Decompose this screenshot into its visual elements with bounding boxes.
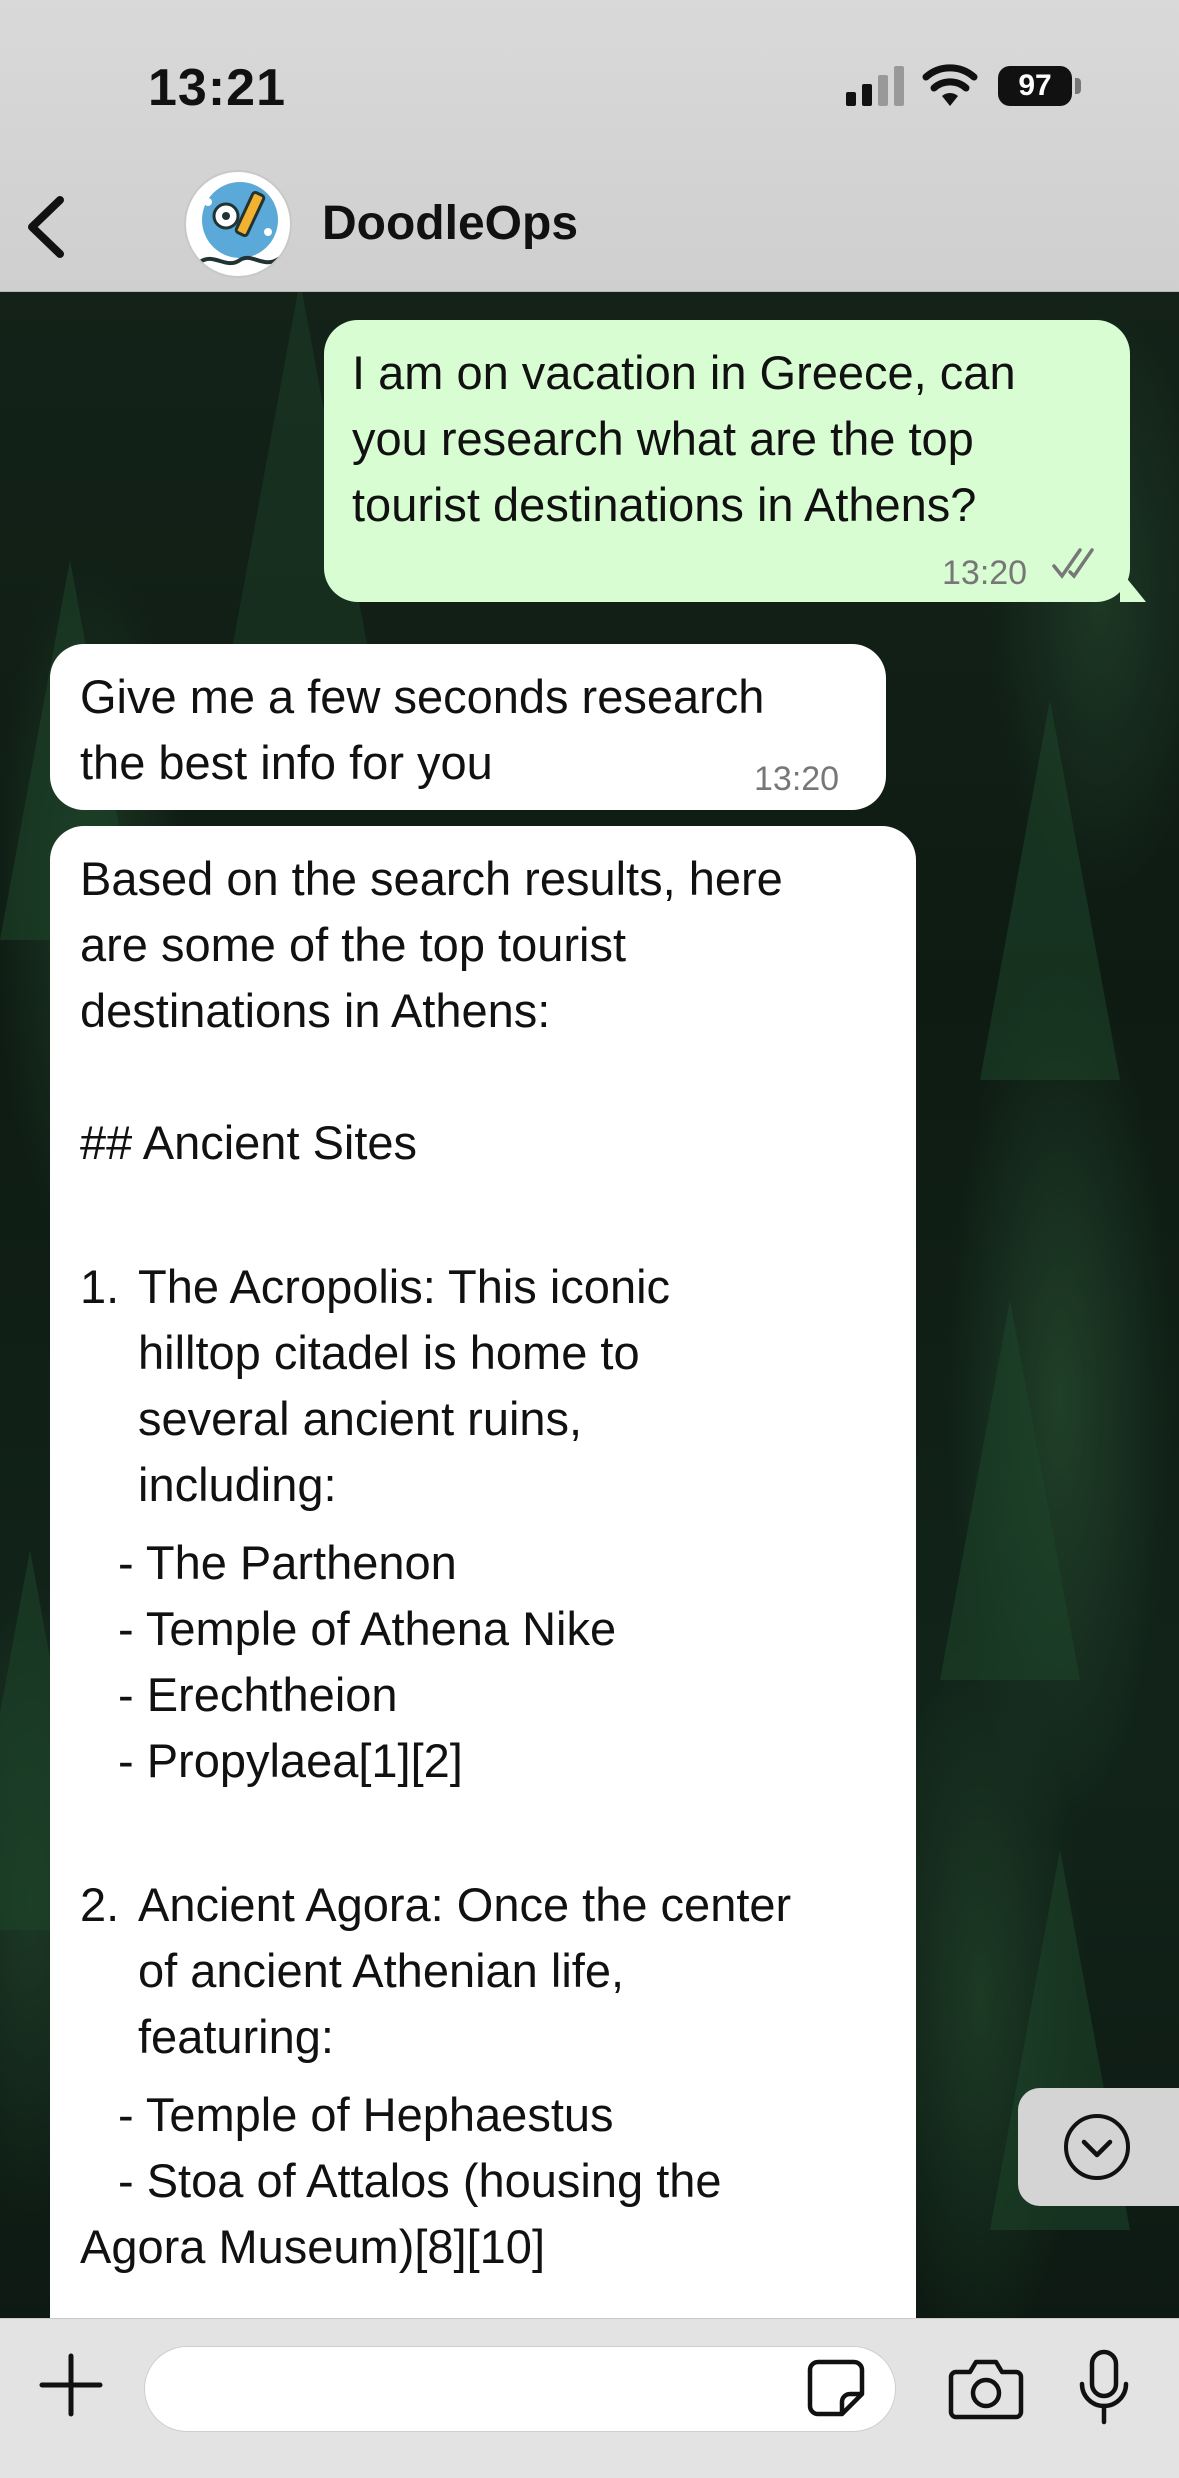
sub-item: - Temple of Hephaestus bbox=[118, 2088, 614, 2141]
read-receipt-icon bbox=[1052, 548, 1094, 579]
message-line: several ancient ruins, bbox=[138, 1392, 583, 1445]
scroll-to-bottom-button[interactable] bbox=[1018, 2088, 1179, 2206]
list-number: 2. bbox=[80, 1878, 120, 1931]
chat-header bbox=[0, 0, 1179, 292]
battery-cap bbox=[1075, 78, 1081, 94]
section-heading: ## Ancient Sites bbox=[80, 1116, 418, 1169]
sub-item: - Temple of Athena Nike bbox=[118, 1602, 617, 1655]
incoming-message[interactable]: Give me a few seconds research the best … bbox=[50, 644, 886, 810]
message-line: Based on the search results, here bbox=[80, 852, 783, 905]
message-line: including: bbox=[138, 1458, 337, 1511]
sub-item: - Propylaea[1][2] bbox=[118, 1734, 463, 1787]
message-line: Agora Museum)[8][10] bbox=[80, 2220, 545, 2273]
message-line: the best info for you bbox=[80, 736, 493, 789]
plus-icon[interactable] bbox=[38, 2352, 104, 2418]
message-line: destinations in Athens: bbox=[80, 984, 551, 1037]
message-line: you research what are the top bbox=[352, 412, 974, 465]
camera-icon[interactable] bbox=[948, 2356, 1024, 2420]
incoming-message[interactable]: Based on the search results, here are so… bbox=[50, 826, 916, 2366]
sticker-icon[interactable] bbox=[804, 2356, 868, 2420]
message-line: Give me a few seconds research bbox=[80, 670, 765, 723]
message-time: 13:20 bbox=[754, 760, 840, 798]
list-item: 1. The Acropolis: This iconic hilltop ci… bbox=[80, 1254, 886, 1518]
sub-item: - Stoa of Attalos (housing the bbox=[118, 2154, 722, 2207]
contact-name[interactable]: DoodleOps bbox=[322, 196, 578, 251]
message-line: of ancient Athenian life, bbox=[138, 1944, 625, 1997]
cellular-signal-icon bbox=[846, 66, 904, 106]
tree-decoration bbox=[940, 1300, 1080, 1680]
list-number: 1. bbox=[80, 1260, 120, 1313]
battery-indicator: 97 bbox=[998, 66, 1072, 106]
message-line: hilltop citadel is home to bbox=[138, 1326, 640, 1379]
message-time: 13:20 bbox=[942, 554, 1028, 592]
status-time: 13:21 bbox=[148, 59, 286, 117]
avatar[interactable] bbox=[184, 170, 292, 278]
microphone-icon[interactable] bbox=[1076, 2348, 1132, 2428]
message-line: Ancient Agora: Once the center bbox=[138, 1878, 792, 1931]
message-line: The Acropolis: This iconic bbox=[138, 1260, 671, 1313]
message-line: are some of the top tourist bbox=[80, 918, 627, 971]
message-line: tourist destinations in Athens? bbox=[352, 478, 977, 531]
list-item: 2. Ancient Agora: Once the center of anc… bbox=[80, 1872, 886, 2070]
bubble-tail bbox=[1120, 570, 1146, 602]
wifi-icon bbox=[922, 64, 978, 106]
chevron-down-circle-icon bbox=[1064, 2114, 1130, 2180]
sub-item: - Erechtheion bbox=[118, 1668, 398, 1721]
outgoing-message[interactable]: I am on vacation in Greece, can you rese… bbox=[324, 320, 1130, 602]
chevron-left-icon[interactable] bbox=[22, 192, 70, 262]
message-line: I am on vacation in Greece, can bbox=[352, 346, 1016, 399]
message-input[interactable] bbox=[144, 2346, 896, 2432]
sub-item: - The Parthenon bbox=[118, 1536, 457, 1589]
message-line: featuring: bbox=[138, 2010, 334, 2063]
tree-decoration bbox=[980, 700, 1120, 1080]
doodleops-logo bbox=[198, 182, 282, 266]
